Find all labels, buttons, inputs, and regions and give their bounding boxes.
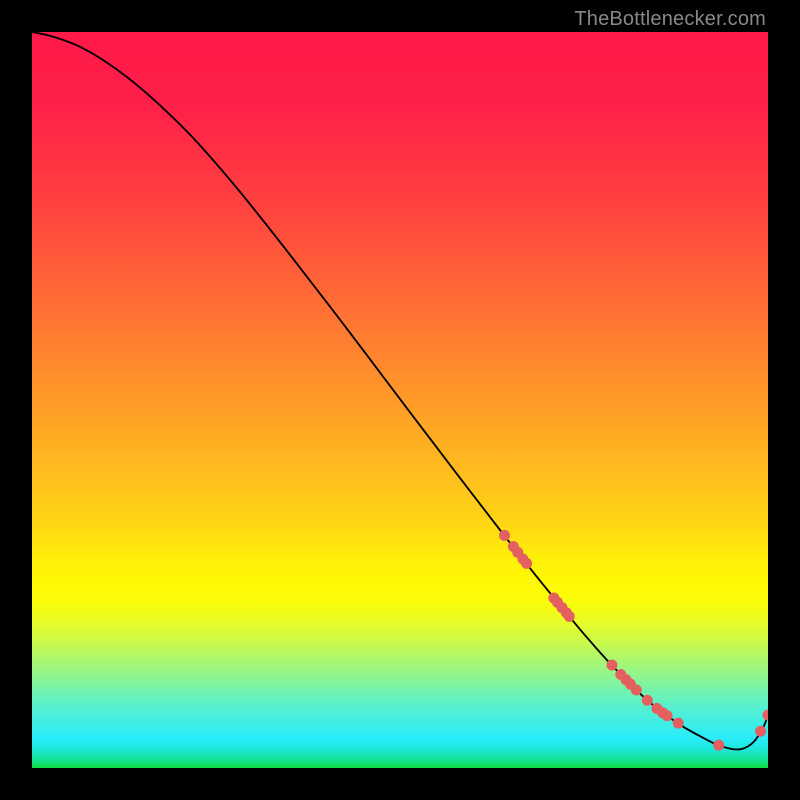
site-signature: TheBottlenecker.com — [574, 8, 766, 31]
curve-markers — [499, 530, 768, 751]
data-point — [713, 740, 724, 751]
data-point — [642, 695, 653, 706]
data-point — [763, 710, 768, 721]
stage: TheBottlenecker.com — [0, 0, 800, 800]
data-point — [662, 710, 673, 721]
data-point — [755, 726, 766, 737]
data-point — [673, 718, 684, 729]
data-point — [606, 659, 617, 670]
data-point — [521, 558, 532, 569]
chart-plot — [32, 32, 768, 768]
curve-line — [32, 32, 768, 750]
chart-overlay — [32, 32, 768, 768]
data-point — [631, 684, 642, 695]
data-point — [499, 530, 510, 541]
data-point — [564, 611, 575, 622]
